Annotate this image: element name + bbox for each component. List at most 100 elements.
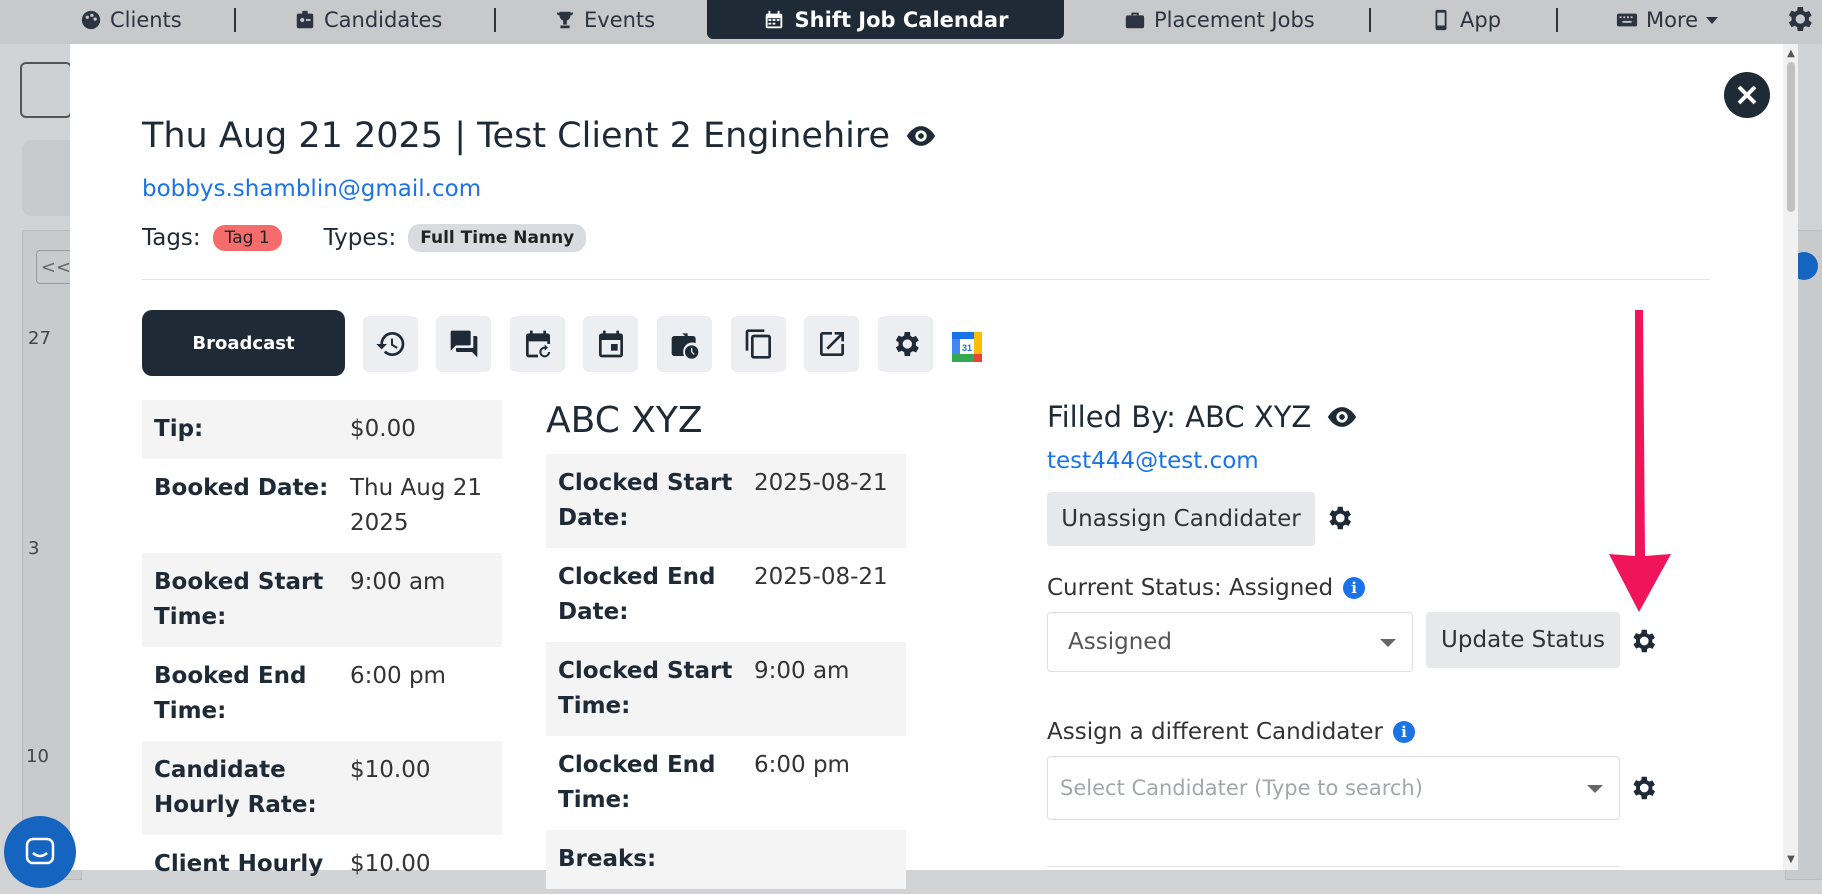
gear-icon[interactable]	[1628, 626, 1658, 656]
duplicate-button[interactable]	[731, 316, 786, 372]
external-link-icon	[819, 332, 844, 356]
row-key: Booked End Time:	[154, 663, 307, 724]
chevron-down-icon	[1706, 16, 1719, 24]
nav-clients[interactable]: Clients	[80, 0, 182, 40]
nav-shift-job-calendar[interactable]: Shift Job Calendar	[707, 0, 1064, 39]
current-status-text: Current Status: Assigned	[1047, 575, 1334, 601]
table-row: Candidate Hourly Rate: $10.00	[142, 741, 502, 835]
job-time-button[interactable]	[657, 316, 712, 372]
settings-button[interactable]	[878, 316, 933, 372]
row-value: $10.00	[350, 757, 431, 783]
tag-badge: Tag 1	[212, 225, 282, 251]
annotation-arrow-icon	[1609, 310, 1671, 612]
chat-icon	[450, 330, 477, 358]
calendar-repeat-icon	[525, 330, 550, 358]
gear-icon[interactable]	[1628, 773, 1658, 803]
calculator-button[interactable]	[20, 62, 72, 118]
row-value: Thu Aug 21 2025	[350, 475, 483, 536]
row-key: Tip:	[154, 416, 204, 442]
row-key: Breaks:	[558, 846, 657, 872]
nav-candidates-label: Candidates	[324, 8, 443, 32]
open-external-button[interactable]	[804, 316, 859, 372]
table-row: Client Hourly $10.00	[142, 835, 502, 894]
row-value	[754, 842, 894, 877]
row-key: Clocked Start Date:	[558, 470, 733, 531]
gear-icon[interactable]	[1324, 503, 1354, 533]
top-navigation: Clients Candidates Events Shift Job Cale…	[0, 0, 1822, 44]
nav-placement-jobs[interactable]: Placement Jobs	[1124, 0, 1315, 40]
chevron-down-icon	[1587, 785, 1603, 793]
row-key: Clocked End Date:	[558, 564, 716, 625]
reschedule-button[interactable]	[510, 316, 565, 372]
nav-app[interactable]: App	[1430, 0, 1501, 40]
row-value: $10.00	[350, 851, 431, 877]
table-row: Tip: $0.00	[142, 400, 502, 459]
status-select-value: Assigned	[1068, 629, 1173, 655]
close-modal-button[interactable]	[1724, 72, 1770, 118]
eye-icon[interactable]	[1325, 400, 1359, 434]
gear-icon	[895, 332, 919, 356]
table-row: Clocked End Date: 2025-08-21	[546, 548, 906, 642]
nav-more[interactable]: More	[1616, 0, 1719, 40]
title-text: Thu Aug 21 2025 | Test Client 2 Enginehi…	[142, 116, 891, 156]
calendar-button[interactable]	[583, 316, 638, 372]
messages-button[interactable]	[436, 316, 491, 372]
nav-more-label: More	[1646, 8, 1699, 32]
candidate-search-placeholder: Select Candidater (Type to search)	[1060, 776, 1423, 800]
clocked-details-table: Clocked Start Date: 2025-08-21 Clocked En…	[546, 454, 906, 889]
nav-candidates[interactable]: Candidates	[294, 0, 442, 40]
trophy-icon	[556, 11, 574, 29]
table-row: Booked End Time: 6:00 pm	[142, 647, 502, 741]
nav-separator	[1556, 8, 1558, 32]
id-badge-icon	[296, 10, 314, 29]
row-value: 6:00 pm	[754, 752, 850, 778]
update-status-button[interactable]: Update Status	[1426, 612, 1620, 668]
tags-row: Tags: Tag 1 Types: Full Time Nanny	[142, 224, 587, 252]
phone-icon	[1435, 9, 1447, 31]
booking-details-table: Tip: $0.00 Booked Date: Thu Aug 21 2025 Bo…	[142, 400, 502, 894]
row-key: Clocked End Time:	[558, 752, 716, 813]
row-key: Client Hourly	[154, 851, 324, 877]
nav-separator	[1369, 8, 1371, 32]
row-key: Booked Start Time:	[154, 569, 324, 630]
row-value: 2025-08-21	[754, 564, 888, 590]
settings-gear-icon[interactable]	[1783, 3, 1815, 35]
nav-separator	[494, 8, 496, 32]
history-button[interactable]	[363, 316, 418, 372]
day-number: 27	[28, 328, 51, 349]
scroll-up-icon[interactable]: ▲	[1785, 48, 1797, 60]
client-email-link[interactable]: bobbys.shamblin@gmail.com	[142, 176, 481, 202]
nav-events-label: Events	[584, 8, 656, 32]
nav-events[interactable]: Events	[554, 0, 655, 40]
nav-shift-job-calendar-label: Shift Job Calendar	[794, 7, 1009, 32]
info-icon[interactable]: i	[1393, 721, 1416, 743]
row-key: Booked Date:	[154, 475, 329, 501]
candidate-name-heading: ABC XYZ	[546, 400, 703, 441]
filled-by-text: Filled By: ABC XYZ	[1047, 400, 1312, 434]
current-status-label: Current Status: Assigned i	[1047, 575, 1366, 601]
nav-placement-jobs-label: Placement Jobs	[1154, 8, 1315, 32]
close-icon	[1737, 85, 1757, 105]
candidate-search-select[interactable]: Select Candidater (Type to search)	[1047, 756, 1620, 820]
briefcase-icon	[1125, 12, 1145, 29]
chat-launcher-button[interactable]	[4, 816, 76, 888]
broadcast-button[interactable]: Broadcast	[142, 310, 345, 376]
palette-icon	[81, 10, 101, 30]
nav-separator	[234, 8, 236, 32]
table-row: Booked Date: Thu Aug 21 2025	[142, 459, 502, 553]
eye-icon[interactable]	[904, 119, 938, 153]
row-value: 9:00 am	[754, 658, 850, 684]
table-row: Clocked Start Time: 9:00 am	[546, 642, 906, 736]
modal-scrollbar-thumb[interactable]	[1787, 62, 1795, 212]
nav-clients-label: Clients	[110, 8, 182, 32]
assign-candidate-text: Assign a different Candidater	[1047, 719, 1384, 745]
scroll-down-icon[interactable]: ▼	[1785, 854, 1797, 866]
unassign-candidate-button[interactable]: Unassign Candidater	[1047, 492, 1315, 546]
history-icon	[375, 332, 404, 356]
status-select[interactable]: Assigned	[1047, 612, 1413, 672]
candidate-email-link[interactable]: test444@test.com	[1047, 448, 1259, 474]
calendar-event-icon	[598, 330, 623, 358]
calendar-icon	[765, 10, 782, 28]
info-icon[interactable]: i	[1343, 577, 1366, 599]
google-calendar-icon[interactable]: 31	[952, 332, 982, 362]
